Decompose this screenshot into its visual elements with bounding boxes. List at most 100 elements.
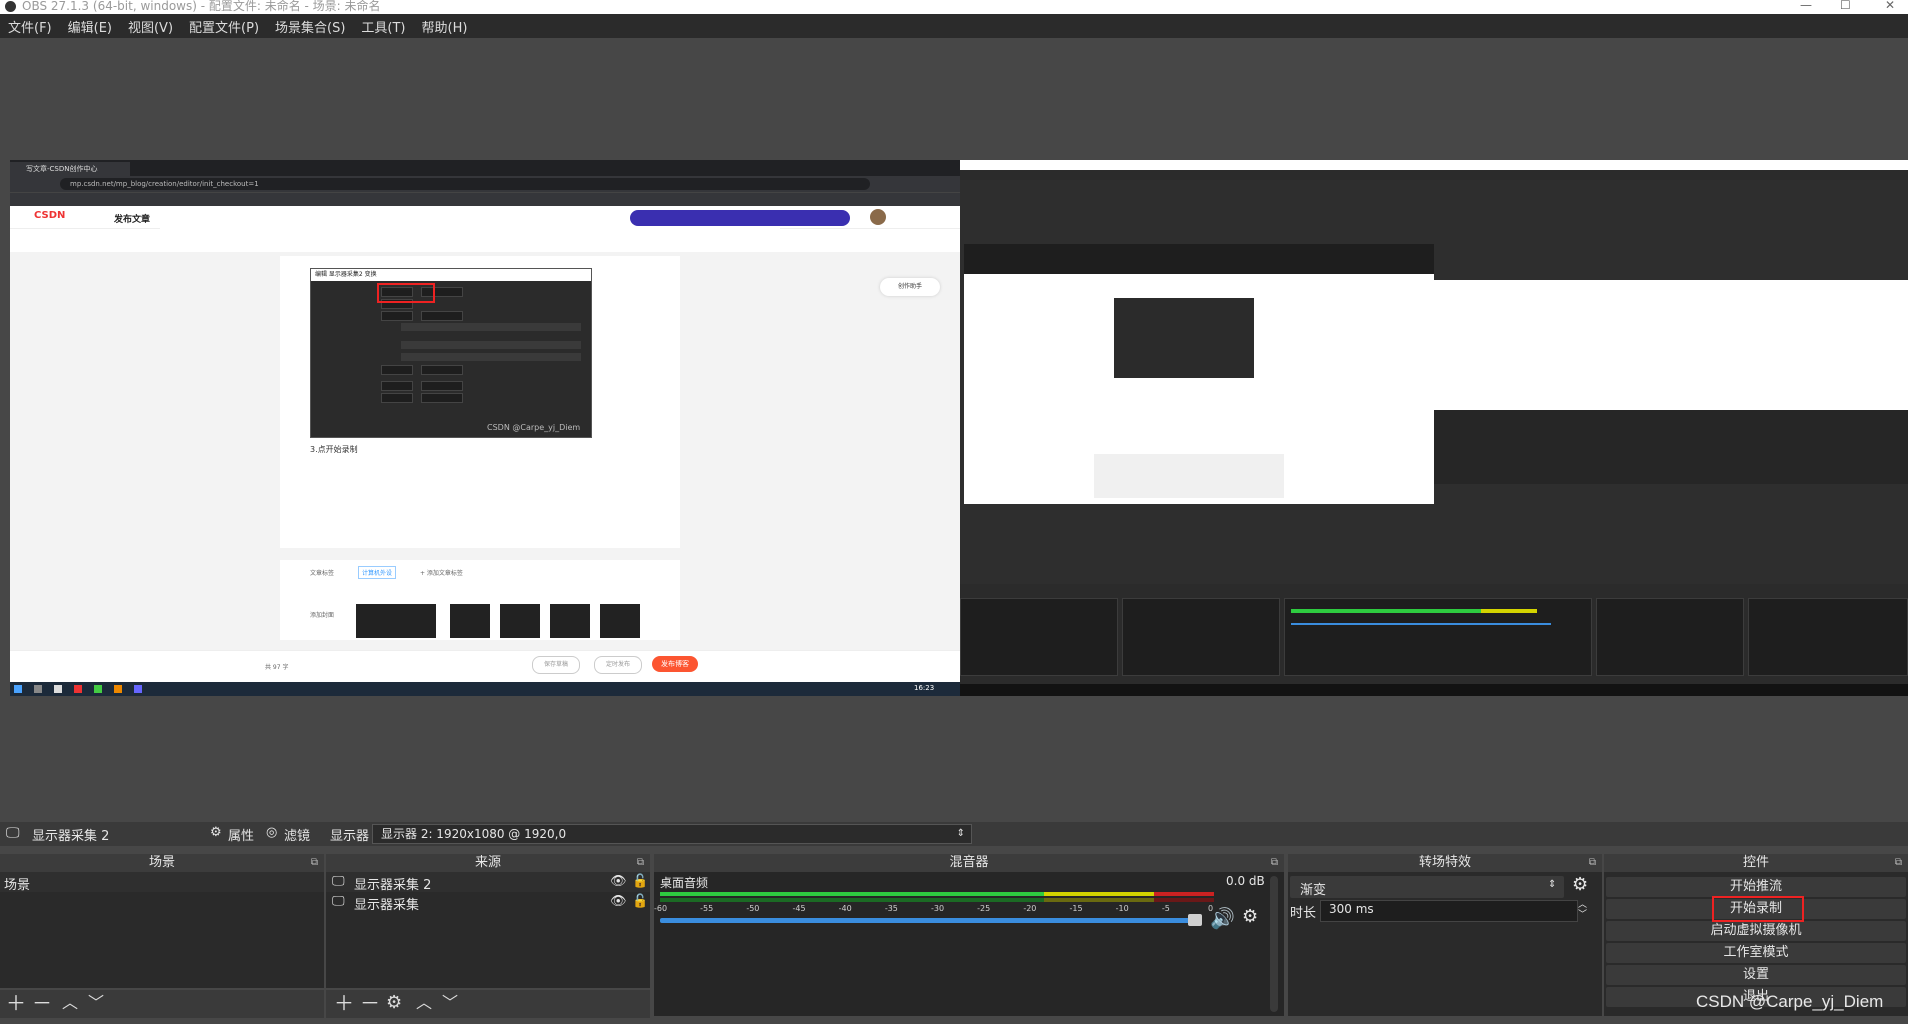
mixer-scrollbar[interactable]: [1270, 876, 1278, 1012]
cover-thumb: [450, 604, 490, 638]
scene-item[interactable]: 场景: [4, 874, 30, 893]
lock-icon[interactable]: 🔓: [632, 894, 648, 909]
remove-source-icon[interactable]: －: [360, 990, 380, 1016]
eye-icon[interactable]: 👁: [610, 874, 627, 889]
field: [401, 323, 581, 331]
mixer-tick-label: -40: [838, 904, 852, 913]
menu-tools[interactable]: 工具(T): [361, 17, 405, 36]
properties-button[interactable]: 属性: [228, 825, 254, 844]
audio-meter-green-dim: [660, 898, 1044, 902]
add-scene-icon[interactable]: ＋: [6, 990, 26, 1016]
mixer-tick-label: -45: [792, 904, 806, 913]
mixer-dock-title: 混音器: [949, 855, 989, 870]
menu-help[interactable]: 帮助(H): [422, 17, 468, 36]
source-properties-gear-icon[interactable]: ⚙: [386, 990, 402, 1016]
add-source-icon[interactable]: ＋: [334, 990, 354, 1016]
properties-gear-icon[interactable]: ⚙: [210, 825, 222, 840]
mixer-tick-label: -55: [700, 904, 714, 913]
audio-meter-green: [660, 892, 1044, 896]
transition-select[interactable]: 渐变 ⇕: [1290, 876, 1564, 898]
audio-meter-red: [1154, 892, 1214, 896]
filters-icon[interactable]: ◎: [266, 825, 277, 840]
menu-profile[interactable]: 配置文件(P): [189, 17, 259, 36]
lock-icon[interactable]: 🔓: [632, 874, 648, 889]
nested-meter: [1291, 609, 1481, 613]
move-up-icon[interactable]: ︿: [416, 990, 432, 1016]
studio-mode-button[interactable]: 工作室模式: [1606, 943, 1906, 963]
app-icon: [54, 685, 62, 693]
start-streaming-button[interactable]: 开始推流: [1606, 877, 1906, 897]
menu-scene-collection[interactable]: 场景集合(S): [275, 17, 345, 36]
chevron-updown-icon: ⇕: [956, 828, 965, 839]
spin-arrows-icon[interactable]: ︿ ﹀: [1578, 900, 1587, 920]
start-virtual-camera-button[interactable]: 启动虚拟摄像机: [1606, 921, 1906, 941]
mixer-gear-icon[interactable]: ⚙: [1242, 906, 1258, 927]
taskbar-clock: 16:23: [914, 684, 935, 692]
cover-thumb: [600, 604, 640, 638]
nested-obs-menu: [960, 170, 1908, 180]
record-highlight-box: [1712, 896, 1804, 922]
volume-slider-handle[interactable]: [1188, 914, 1202, 926]
undock-icon[interactable]: ⧉: [637, 854, 644, 872]
browser-tab: 写文章-CSDN创作中心: [10, 162, 130, 176]
source-item[interactable]: 显示器采集: [354, 894, 419, 913]
nested-preview-left: [964, 244, 1434, 504]
undock-icon[interactable]: ⧉: [1271, 854, 1278, 872]
list-item-selected-bg: [0, 872, 324, 892]
volume-slider[interactable]: [660, 918, 1200, 923]
transition-gear-icon[interactable]: ⚙: [1572, 874, 1588, 895]
duration-value: 300 ms: [1329, 902, 1374, 916]
nested-panel: [1094, 454, 1284, 498]
move-down-icon[interactable]: ﹀: [88, 990, 104, 1016]
settings-button[interactable]: 设置: [1606, 965, 1906, 985]
app-icon: [74, 685, 82, 693]
scenes-list[interactable]: 场景: [0, 872, 324, 988]
word-count: 共 97 字: [265, 664, 289, 671]
menu-file[interactable]: 文件(F): [8, 17, 52, 36]
preview-display-right[interactable]: [960, 160, 1908, 696]
minimize-icon[interactable]: —: [1800, 0, 1812, 12]
audio-meter-yellow: [1044, 892, 1154, 896]
app-icon: [94, 685, 102, 693]
monitor-icon: 🖵: [332, 894, 345, 909]
transition-select-value: 渐变: [1300, 883, 1327, 898]
remove-scene-icon[interactable]: －: [32, 990, 52, 1016]
filters-button[interactable]: 滤镜: [284, 825, 310, 844]
mixer-dock-header: 混音器 ⧉: [654, 854, 1284, 872]
transitions-dock-header: 转场特效 ⧉: [1288, 854, 1602, 872]
nested-transitions-dock: [1596, 598, 1744, 676]
audio-meter-yellow-dim: [1044, 898, 1154, 902]
undock-icon[interactable]: ⧉: [1895, 854, 1902, 872]
browser-tab-strip: [10, 160, 960, 176]
monitor-icon: 🖵: [6, 825, 20, 841]
publish-bar: [10, 650, 960, 683]
add-tag: + 添加文章标签: [420, 570, 463, 577]
field: [421, 381, 463, 391]
field: [381, 393, 413, 403]
speaker-icon[interactable]: 🔊: [1210, 906, 1235, 930]
publish-button: 发布博客: [652, 656, 698, 672]
nested-docks: [1434, 410, 1908, 484]
undock-icon[interactable]: ⧉: [311, 854, 318, 872]
sources-list[interactable]: 🖵 显示器采集 2 👁 🔓 🖵 显示器采集 👁 🔓: [326, 872, 650, 988]
app-icon: [114, 685, 122, 693]
nested-sources-dock: [1122, 598, 1280, 676]
highlight-box: [377, 283, 435, 303]
menu-view[interactable]: 视图(V): [128, 17, 173, 36]
display-select[interactable]: 显示器 2: 1920x1080 @ 1920,0 ⇕: [372, 824, 972, 844]
close-icon[interactable]: ✕: [1885, 0, 1895, 12]
browser-address-row: mp.csdn.net/mp_blog/creation/editor/init…: [10, 176, 960, 192]
mixer-tick-label: -25: [977, 904, 991, 913]
preview-display-left[interactable]: 写文章-CSDN创作中心 mp.csdn.net/mp_blog/creatio…: [10, 160, 960, 696]
field: [401, 353, 581, 361]
undock-icon[interactable]: ⧉: [1589, 854, 1596, 872]
duration-spinbox[interactable]: 300 ms: [1320, 900, 1578, 922]
source-item[interactable]: 显示器采集 2: [354, 874, 431, 893]
cover-thumb: [356, 604, 436, 638]
move-down-icon[interactable]: ﹀: [442, 990, 458, 1016]
eye-icon[interactable]: 👁: [610, 894, 627, 909]
move-up-icon[interactable]: ︿: [62, 990, 78, 1016]
maximize-icon[interactable]: ☐: [1840, 0, 1851, 12]
menu-edit[interactable]: 编辑(E): [68, 17, 112, 36]
nested-browser-bar: [964, 244, 1434, 274]
